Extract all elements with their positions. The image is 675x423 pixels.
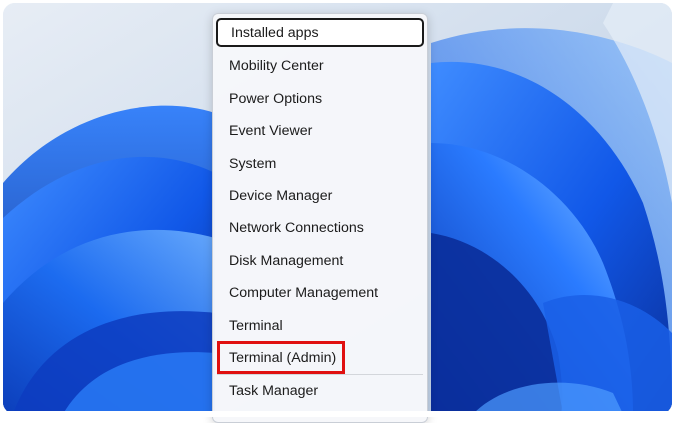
winx-context-menu: Installed apps Mobility Center Power Opt… xyxy=(212,13,428,423)
menu-item-system[interactable]: System xyxy=(213,148,427,180)
menu-item-terminal-admin[interactable]: Terminal (Admin) xyxy=(213,342,427,374)
menu-list: Installed apps Mobility Center Power Opt… xyxy=(213,14,427,408)
menu-item-mobility-center[interactable]: Mobility Center xyxy=(213,50,427,82)
menu-item-power-options[interactable]: Power Options xyxy=(213,83,427,115)
menu-item-installed-apps[interactable]: Installed apps xyxy=(216,18,424,47)
menu-item-task-manager[interactable]: Task Manager xyxy=(213,375,427,407)
menu-item-disk-management[interactable]: Disk Management xyxy=(213,245,427,277)
menu-item-device-manager[interactable]: Device Manager xyxy=(213,180,427,212)
menu-item-terminal[interactable]: Terminal xyxy=(213,310,427,342)
menu-item-computer-management[interactable]: Computer Management xyxy=(213,277,427,309)
bottom-border xyxy=(0,411,675,417)
menu-item-network-connections[interactable]: Network Connections xyxy=(213,212,427,244)
menu-item-event-viewer[interactable]: Event Viewer xyxy=(213,115,427,147)
